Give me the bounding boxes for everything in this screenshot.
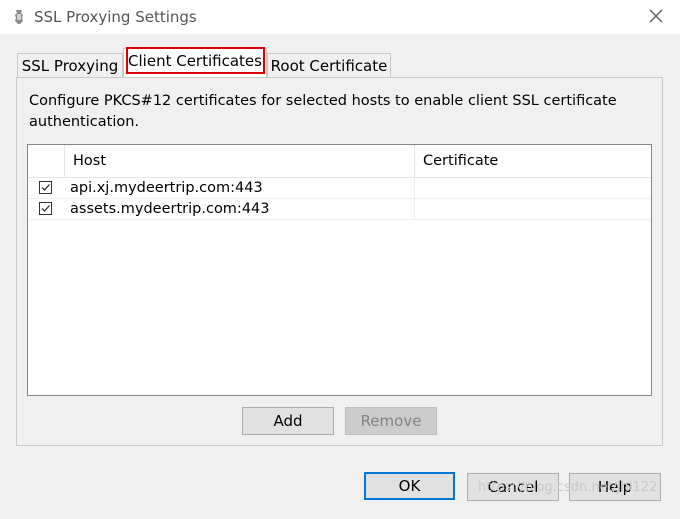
row-checkbox[interactable] xyxy=(39,202,52,215)
table-row[interactable]: assets.mydeertrip.com:443 xyxy=(28,199,651,220)
client-certificates-panel: Configure PKCS#12 certificates for selec… xyxy=(16,77,663,446)
tab-root-certificate[interactable]: Root Certificate xyxy=(267,53,391,79)
row-host: assets.mydeertrip.com:443 xyxy=(65,199,415,219)
table-header: Host Certificate xyxy=(28,145,651,178)
row-certificate[interactable] xyxy=(415,178,651,198)
column-header-check[interactable] xyxy=(28,145,65,177)
row-check-cell[interactable] xyxy=(28,178,65,198)
row-checkbox[interactable] xyxy=(39,181,52,194)
add-button[interactable]: Add xyxy=(242,407,334,435)
charles-app-icon xyxy=(15,10,23,24)
table-row[interactable]: api.xj.mydeertrip.com:443 xyxy=(28,178,651,199)
column-header-certificate[interactable]: Certificate xyxy=(415,145,651,177)
ssl-proxying-settings-dialog: SSL Proxying Settings SSL Proxying Clien… xyxy=(0,0,680,519)
title-bar[interactable]: SSL Proxying Settings xyxy=(0,0,680,34)
tab-ssl-proxying[interactable]: SSL Proxying xyxy=(17,53,123,79)
checkmark-icon xyxy=(41,205,50,212)
column-header-host[interactable]: Host xyxy=(65,145,415,177)
row-certificate[interactable] xyxy=(415,199,651,219)
panel-description: Configure PKCS#12 certificates for selec… xyxy=(29,93,617,130)
close-icon[interactable] xyxy=(646,6,666,26)
window-title: SSL Proxying Settings xyxy=(34,8,197,26)
host-certificate-table[interactable]: Host Certificate api.xj.mydeertrip.com:4… xyxy=(27,144,652,396)
row-host: api.xj.mydeertrip.com:443 xyxy=(65,178,415,198)
remove-button[interactable]: Remove xyxy=(345,407,437,435)
row-check-cell[interactable] xyxy=(28,199,65,219)
watermark: https://blog.csdn.net/jhl122 xyxy=(478,480,658,495)
ok-button[interactable]: OK xyxy=(364,472,455,500)
tab-client-certificates[interactable]: Client Certificates xyxy=(123,48,267,77)
checkmark-icon xyxy=(41,184,50,191)
